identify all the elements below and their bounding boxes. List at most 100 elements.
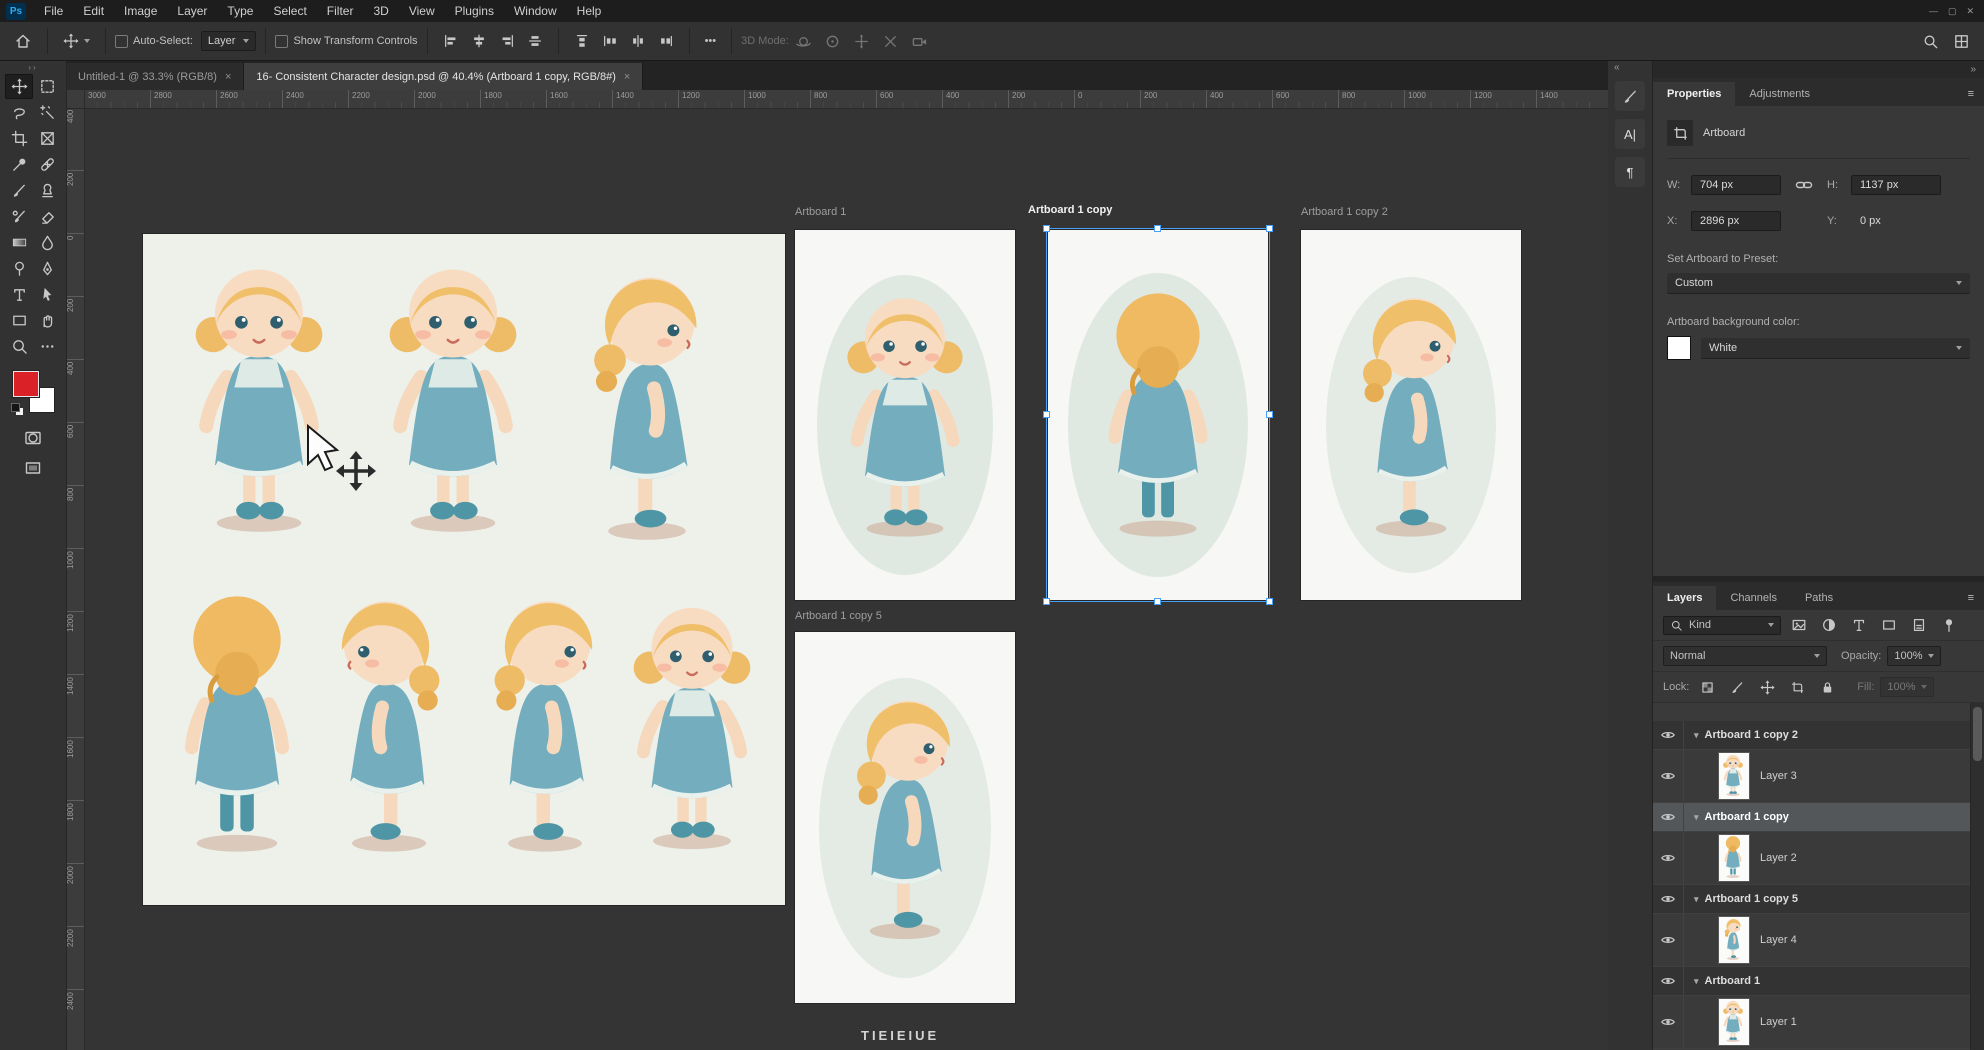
layer-row[interactable]: Layer 1 xyxy=(1653,996,1984,1049)
tab-layers[interactable]: Layers xyxy=(1653,586,1716,610)
dodge-tool[interactable] xyxy=(5,256,33,281)
visibility-eye-icon[interactable] xyxy=(1653,832,1684,884)
mixer-brush-tool[interactable] xyxy=(5,204,33,229)
eyedropper-tool[interactable] xyxy=(5,152,33,177)
menu-filter[interactable]: Filter xyxy=(317,0,364,22)
distribute-horizontal-centers-button[interactable] xyxy=(624,29,652,53)
healing-brush-tool[interactable] xyxy=(33,152,61,177)
lock-position-icon[interactable] xyxy=(1755,677,1779,697)
align-horizontal-centers-button[interactable] xyxy=(465,29,493,53)
panel-menu-icon[interactable]: ≡ xyxy=(1958,586,1984,610)
layer-group-row[interactable]: ▾ Artboard 1 copy 2 xyxy=(1653,721,1984,750)
menu-3d[interactable]: 3D xyxy=(363,0,398,22)
layers-scrollbar[interactable] xyxy=(1970,703,1984,1050)
show-transform-controls-checkbox[interactable] xyxy=(275,35,288,48)
blend-mode-dropdown[interactable]: Normal xyxy=(1663,646,1827,666)
reference-image-layer[interactable] xyxy=(143,234,785,905)
paragraph-panel-icon[interactable]: ¶ xyxy=(1615,157,1645,187)
menu-view[interactable]: View xyxy=(399,0,445,22)
lock-transparent-pixels-icon[interactable] xyxy=(1695,677,1719,697)
layer-row[interactable]: Layer 2 xyxy=(1653,832,1984,885)
tab-properties[interactable]: Properties xyxy=(1653,82,1735,106)
lasso-tool[interactable] xyxy=(5,100,33,125)
chevron-down-icon[interactable]: ▾ xyxy=(1694,976,1699,987)
menu-image[interactable]: Image xyxy=(114,0,167,22)
marquee-tool[interactable] xyxy=(33,74,61,99)
layer-thumbnail[interactable] xyxy=(1718,998,1750,1046)
menu-plugins[interactable]: Plugins xyxy=(445,0,504,22)
pen-tool[interactable] xyxy=(33,256,61,281)
brush-settings-panel-icon[interactable] xyxy=(1615,81,1645,111)
menu-help[interactable]: Help xyxy=(567,0,612,22)
visibility-eye-icon[interactable] xyxy=(1653,885,1684,913)
chevron-down-icon[interactable]: ▾ xyxy=(1694,730,1699,741)
move-tool[interactable] xyxy=(5,74,33,99)
brush-tool[interactable] xyxy=(5,178,33,203)
tab-channels[interactable]: Channels xyxy=(1716,586,1790,610)
horizontal-ruler[interactable]: 3000280026002400220020001800160014001200… xyxy=(84,90,1608,109)
expand-panels-icon[interactable]: » xyxy=(1653,60,1984,78)
crop-tool[interactable] xyxy=(5,126,33,151)
visibility-eye-icon[interactable] xyxy=(1653,721,1684,749)
opacity-field[interactable]: 100% xyxy=(1887,646,1940,666)
height-field[interactable]: 1137 px xyxy=(1851,175,1941,195)
workspace-switcher-icon[interactable] xyxy=(1953,33,1970,50)
collapse-panels-icon[interactable]: « xyxy=(1608,62,1620,73)
x-field[interactable]: 2896 px xyxy=(1691,211,1781,231)
align-left-edges-button[interactable] xyxy=(437,29,465,53)
layer-row[interactable]: Layer 4 xyxy=(1653,914,1984,967)
default-colors-icon[interactable] xyxy=(11,403,22,414)
path-selection-tool[interactable] xyxy=(33,282,61,307)
zoom-tool[interactable] xyxy=(5,334,33,359)
filter-adjustment-layers-icon[interactable] xyxy=(1817,615,1841,635)
layer-name[interactable]: Layer 1 xyxy=(1760,1016,1797,1028)
quick-selection-tool[interactable] xyxy=(33,100,61,125)
filter-type-layers-icon[interactable] xyxy=(1847,615,1871,635)
layer-group-row[interactable]: ▾ Artboard 1 xyxy=(1653,967,1984,996)
auto-select-target-dropdown[interactable]: Layer xyxy=(201,31,257,51)
menu-file[interactable]: File xyxy=(34,0,73,22)
scrollbar-thumb[interactable] xyxy=(1973,707,1982,761)
home-button[interactable] xyxy=(8,28,38,54)
vertical-ruler[interactable]: 4002000200400600800100012001400160018002… xyxy=(66,108,85,1050)
blur-tool[interactable] xyxy=(33,230,61,255)
artboard-1[interactable] xyxy=(795,230,1015,600)
move-tool-preset[interactable] xyxy=(57,29,96,53)
character-panel-icon[interactable]: A| xyxy=(1615,119,1645,149)
visibility-eye-icon[interactable] xyxy=(1653,967,1684,995)
artboard-1-copy-2-label[interactable]: Artboard 1 copy 2 xyxy=(1301,206,1388,218)
align-vertical-centers-button[interactable] xyxy=(521,29,549,53)
chevron-down-icon[interactable]: ▾ xyxy=(1694,812,1699,823)
distribute-right-edges-button[interactable] xyxy=(652,29,680,53)
layer-row[interactable]: Layer 3 xyxy=(1653,750,1984,803)
artboard-1-copy-2[interactable] xyxy=(1301,230,1521,600)
eraser-tool[interactable] xyxy=(33,204,61,229)
ruler-origin-corner[interactable] xyxy=(66,90,85,109)
filter-toggle-icon[interactable] xyxy=(1937,615,1961,635)
foreground-color-swatch[interactable] xyxy=(13,371,39,397)
artboard-1-copy[interactable] xyxy=(1048,230,1268,600)
distribute-top-edges-button[interactable] xyxy=(568,29,596,53)
quick-mask-icon[interactable] xyxy=(24,429,42,447)
visibility-eye-icon[interactable] xyxy=(1653,914,1684,966)
toolbar-handle[interactable]: ›› xyxy=(0,60,66,74)
document-tab-character-design[interactable]: 16- Consistent Character design.psd @ 40… xyxy=(244,63,643,90)
tab-paths[interactable]: Paths xyxy=(1791,586,1847,610)
lock-artboard-nesting-icon[interactable] xyxy=(1785,677,1809,697)
menu-edit[interactable]: Edit xyxy=(73,0,114,22)
width-field[interactable]: 704 px xyxy=(1691,175,1781,195)
link-dimensions-icon[interactable] xyxy=(1795,176,1813,194)
layer-group-row[interactable]: ▾ Artboard 1 copy 5 xyxy=(1653,885,1984,914)
artboard-bg-color-dropdown[interactable]: White xyxy=(1701,338,1970,359)
document-tab-untitled[interactable]: Untitled-1 @ 33.3% (RGB/8) × xyxy=(66,63,244,90)
lock-all-icon[interactable] xyxy=(1815,677,1839,697)
panel-menu-icon[interactable]: ≡ xyxy=(1958,82,1984,106)
menu-type[interactable]: Type xyxy=(217,0,263,22)
filter-shape-layers-icon[interactable] xyxy=(1877,615,1901,635)
chevron-down-icon[interactable]: ▾ xyxy=(1694,894,1699,905)
artboard-1-label[interactable]: Artboard 1 xyxy=(795,206,846,218)
y-field[interactable]: 0 px xyxy=(1851,211,1941,231)
maximize-icon[interactable]: ▢ xyxy=(1948,6,1957,17)
close-icon[interactable]: ✕ xyxy=(1966,6,1974,17)
hand-tool[interactable] xyxy=(33,308,61,333)
